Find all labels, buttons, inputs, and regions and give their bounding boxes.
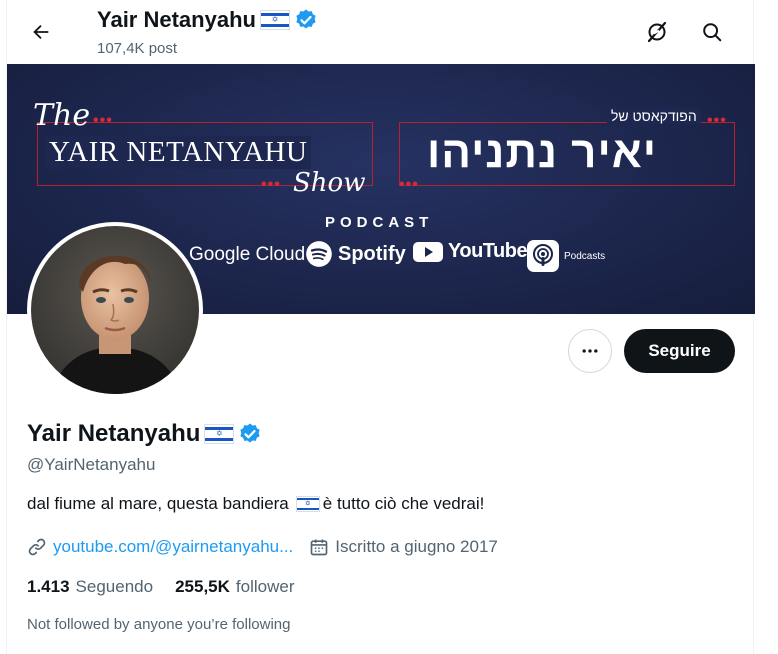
banner-hebrew-small: הפודקאסט של [607, 108, 701, 124]
banner-dots: ••• [93, 112, 113, 129]
youtube-icon [413, 241, 443, 262]
bio-text: dal fiume al mare, questa bandiera [27, 494, 289, 513]
profile-handle: @YairNetanyahu [27, 455, 156, 474]
followers-count: 255,5K [175, 577, 230, 596]
israel-flag-icon: ✡ [204, 424, 235, 444]
arrow-left-icon [33, 24, 49, 40]
post-count: 107,4K post [97, 40, 178, 57]
grok-button[interactable] [639, 14, 675, 50]
spotify-logo: Spotify [305, 240, 406, 268]
banner-dots: ••• [707, 112, 727, 129]
podcasts-icon [527, 240, 559, 272]
podcasts-label: Podcasts [564, 250, 606, 262]
avatar-photo [31, 226, 199, 394]
youtube-logo: YouTube [413, 240, 528, 263]
header-title: Yair Netanyahu ✡ [97, 7, 318, 33]
join-date: Iscritto a giugno 2017 [335, 537, 498, 556]
more-icon [582, 349, 598, 353]
followers-label: follower [235, 577, 295, 596]
follow-button[interactable]: Seguire [624, 329, 735, 373]
more-button[interactable] [568, 329, 612, 373]
verified-badge-icon[interactable] [238, 422, 262, 446]
banner-dots: ••• [399, 176, 419, 193]
following-link[interactable]: 1.413 Seguendo [27, 577, 153, 597]
spotify-label: Spotify [338, 242, 406, 265]
verified-badge-icon [296, 9, 316, 29]
profile-name-row: Yair Netanyahu ✡ [27, 420, 262, 448]
followers-link[interactable]: 255,5K follower [175, 577, 294, 597]
youtube-label: YouTube [448, 240, 528, 262]
search-button[interactable] [694, 14, 730, 50]
avatar[interactable] [27, 222, 203, 398]
banner-podcast-label: PODCAST [325, 214, 434, 231]
banner-hebrew-title: יאיר נתניהו [427, 128, 658, 177]
mutual-followers-note: Not followed by anyone you’re following [27, 616, 291, 633]
profile-name: Yair Netanyahu [27, 420, 201, 447]
banner-dots: ••• [261, 176, 281, 193]
spotify-icon [306, 241, 332, 267]
israel-flag-icon: ✡ [259, 10, 290, 30]
banner-show: Show [293, 168, 366, 198]
apple-podcasts-logo: Podcasts [527, 240, 605, 272]
grok-icon [647, 21, 667, 43]
top-header: Yair Netanyahu ✡ 107,4K post [7, 0, 755, 64]
banner-show-title: YAIR NETANYAHU [45, 136, 312, 169]
search-icon [703, 23, 722, 42]
banner-the: The [33, 98, 91, 133]
calendar-icon [310, 539, 328, 556]
header-name: Yair Netanyahu [97, 7, 256, 32]
google-cloud-logo: Google Cloud [189, 244, 306, 265]
link-icon [28, 538, 46, 556]
following-count: 1.413 [27, 577, 70, 596]
israel-flag-icon: ✡ [295, 496, 320, 512]
profile-bio: dal fiume al mare, questa bandiera ✡ è t… [27, 494, 484, 514]
profile-link[interactable]: youtube.com/@yairnetanyahu... [53, 537, 293, 557]
back-button[interactable] [23, 14, 59, 50]
profile-page: Yair Netanyahu ✡ 107,4K post The ••• YAI… [6, 0, 755, 654]
profile-stats: 1.413 Seguendo 255,5K follower [27, 577, 295, 597]
banner-platforms: Google Cloud Spotify YouTube Podcasts [187, 238, 627, 274]
profile-meta: youtube.com/@yairnetanyahu... Iscritto a… [27, 535, 498, 559]
bio-text: è tutto ciò che vedrai! [322, 494, 485, 513]
following-label: Seguendo [75, 577, 154, 596]
